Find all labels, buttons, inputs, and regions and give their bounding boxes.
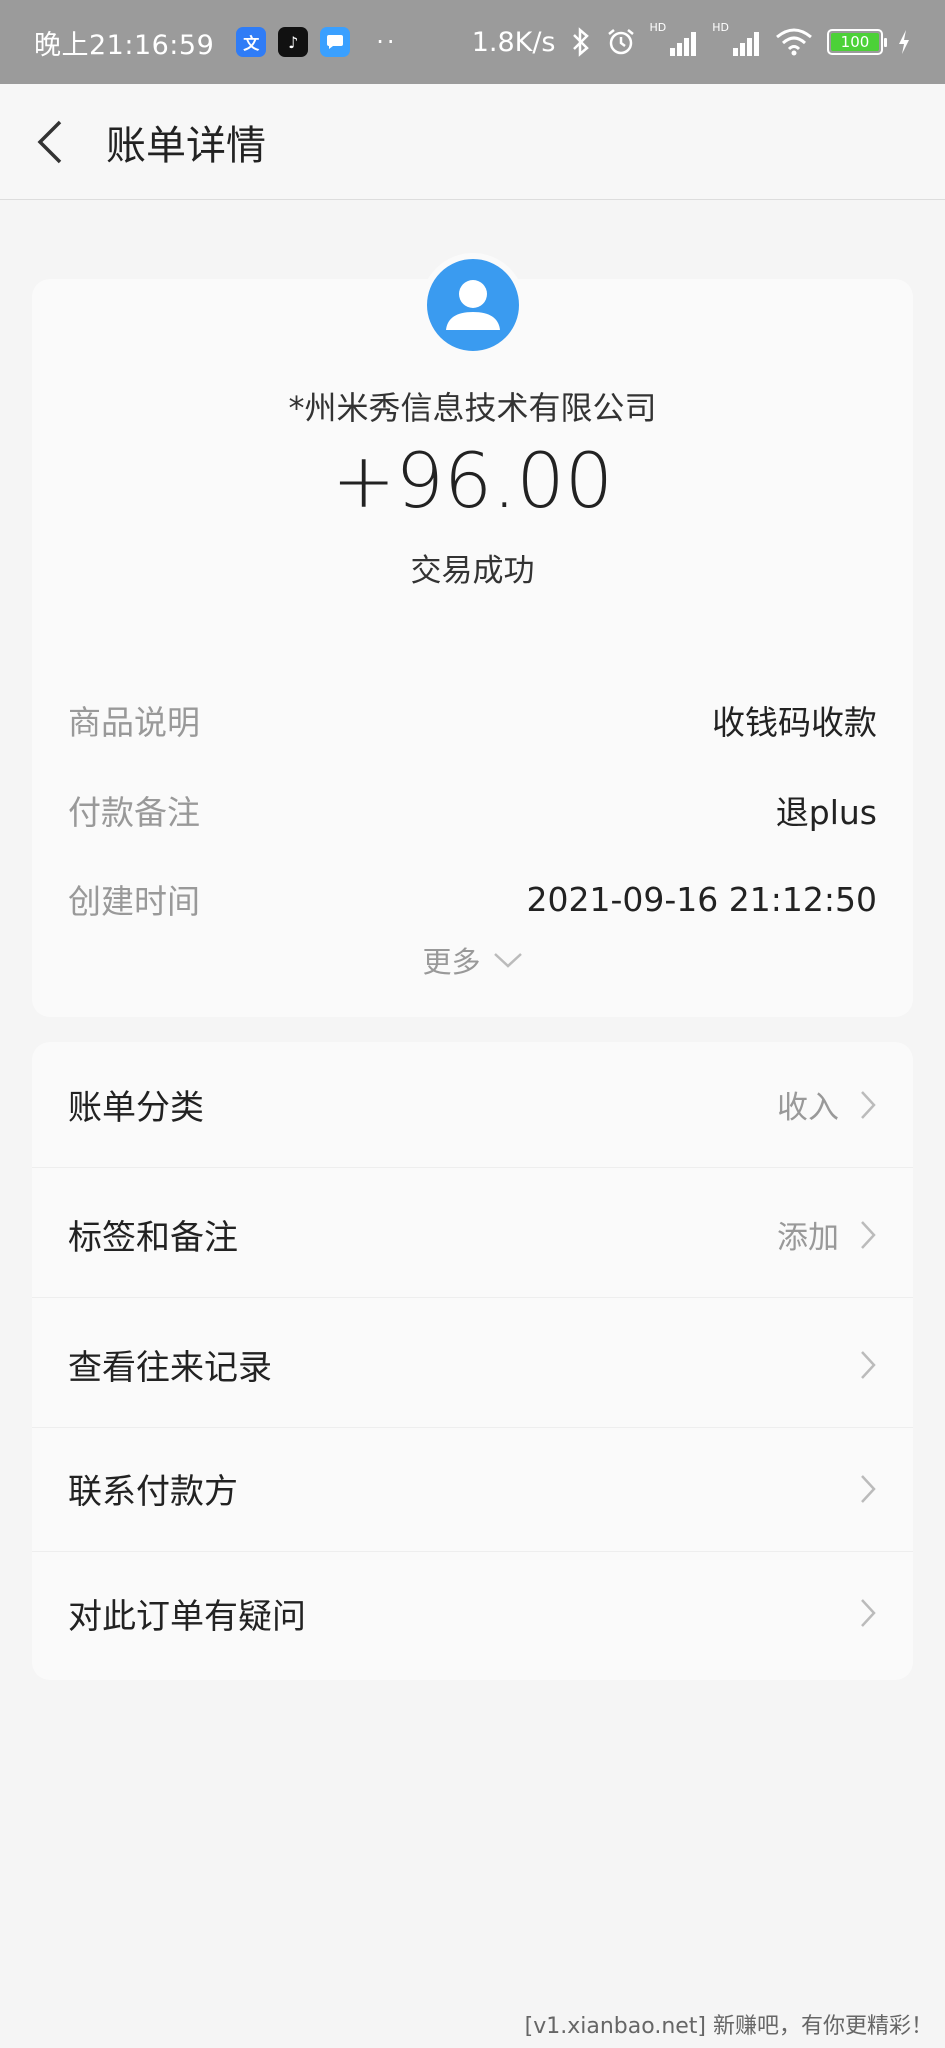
actions-card: 账单分类 收入 标签和备注 添加 查看往来记录 联系付款方 对此订单有疑问 [32,1042,913,1680]
back-button[interactable] [0,84,100,200]
detail-row-description: 商品说明 收钱码收款 [68,695,877,745]
menu-label: 标签和备注 [68,1218,238,1258]
chevron-down-icon [493,953,522,968]
chevron-left-icon [37,120,62,163]
translate-app-icon: 文 [236,27,267,57]
detail-value: 退plus [775,793,877,832]
tiktok-app-icon: ♪ [278,27,309,57]
status-bar: 晚上21:16:59 文 ♪ ·· 1.8K/s HD HD 100 [0,0,945,84]
alarm-icon [607,29,634,55]
transaction-status: 交易成功 [410,553,535,589]
detail-value: 收钱码收款 [712,703,877,742]
menu-label: 联系付款方 [68,1472,238,1512]
status-time: 晚上21:16:59 [34,29,215,61]
detail-row-created-time: 创建时间 2021-09-16 21:12:50 [68,874,877,924]
menu-label: 查看往来记录 [68,1348,272,1388]
wifi-icon [776,28,812,56]
chevron-right-icon [859,1473,877,1505]
user-icon [445,280,500,330]
chevron-right-icon [859,1089,877,1121]
more-notifications-icon: ·· [376,28,398,56]
hd-label: HD [712,20,729,34]
menu-item-bill-category[interactable]: 账单分类 收入 [32,1042,913,1168]
menu-value: 添加 [777,1220,839,1256]
menu-item-order-question[interactable]: 对此订单有疑问 [32,1550,913,1676]
network-speed: 1.8K/s [471,26,556,58]
nav-bar: 账单详情 [0,84,945,200]
chevron-right-icon [859,1219,877,1251]
menu-value: 收入 [777,1090,839,1126]
more-details-button[interactable]: 更多 [32,939,913,981]
bluetooth-icon [572,27,589,57]
menu-item-history[interactable]: 查看往来记录 [32,1302,913,1428]
watermark: [v1.xianbao.net] 新赚吧，有你更精彩！ [524,2014,933,2039]
charging-icon [899,30,909,54]
detail-value: 2021-09-16 21:12:50 [526,879,877,919]
more-label: 更多 [422,945,481,979]
detail-row-remark: 付款备注 退plus [68,785,877,835]
page-title: 账单详情 [106,122,266,169]
menu-item-contact-payer[interactable]: 联系付款方 [32,1426,913,1552]
signal-icon [733,28,761,56]
signal-icon [670,28,698,56]
status-app-icons: 文 ♪ ·· [224,27,397,57]
transaction-amount: +96.00 [331,436,614,525]
detail-label: 付款备注 [68,793,200,832]
hd-label: HD [649,20,667,34]
payee-name: *州米秀信息技术有限公司 [288,389,657,427]
detail-label: 商品说明 [68,703,200,742]
battery-icon: 100 [827,29,887,55]
menu-item-tags-notes[interactable]: 标签和备注 添加 [32,1172,913,1298]
transaction-card: *州米秀信息技术有限公司 +96.00 交易成功 商品说明 收钱码收款 付款备注… [32,253,913,1017]
chevron-right-icon [859,1597,877,1629]
menu-label: 对此订单有疑问 [68,1596,306,1637]
chat-app-icon [320,27,351,57]
payee-avatar[interactable] [420,253,525,357]
battery-level: 100 [831,33,879,51]
status-right: 1.8K/s HD HD 100 [458,21,911,58]
menu-label: 账单分类 [68,1088,204,1128]
chevron-right-icon [859,1349,877,1381]
detail-label: 创建时间 [68,882,200,921]
